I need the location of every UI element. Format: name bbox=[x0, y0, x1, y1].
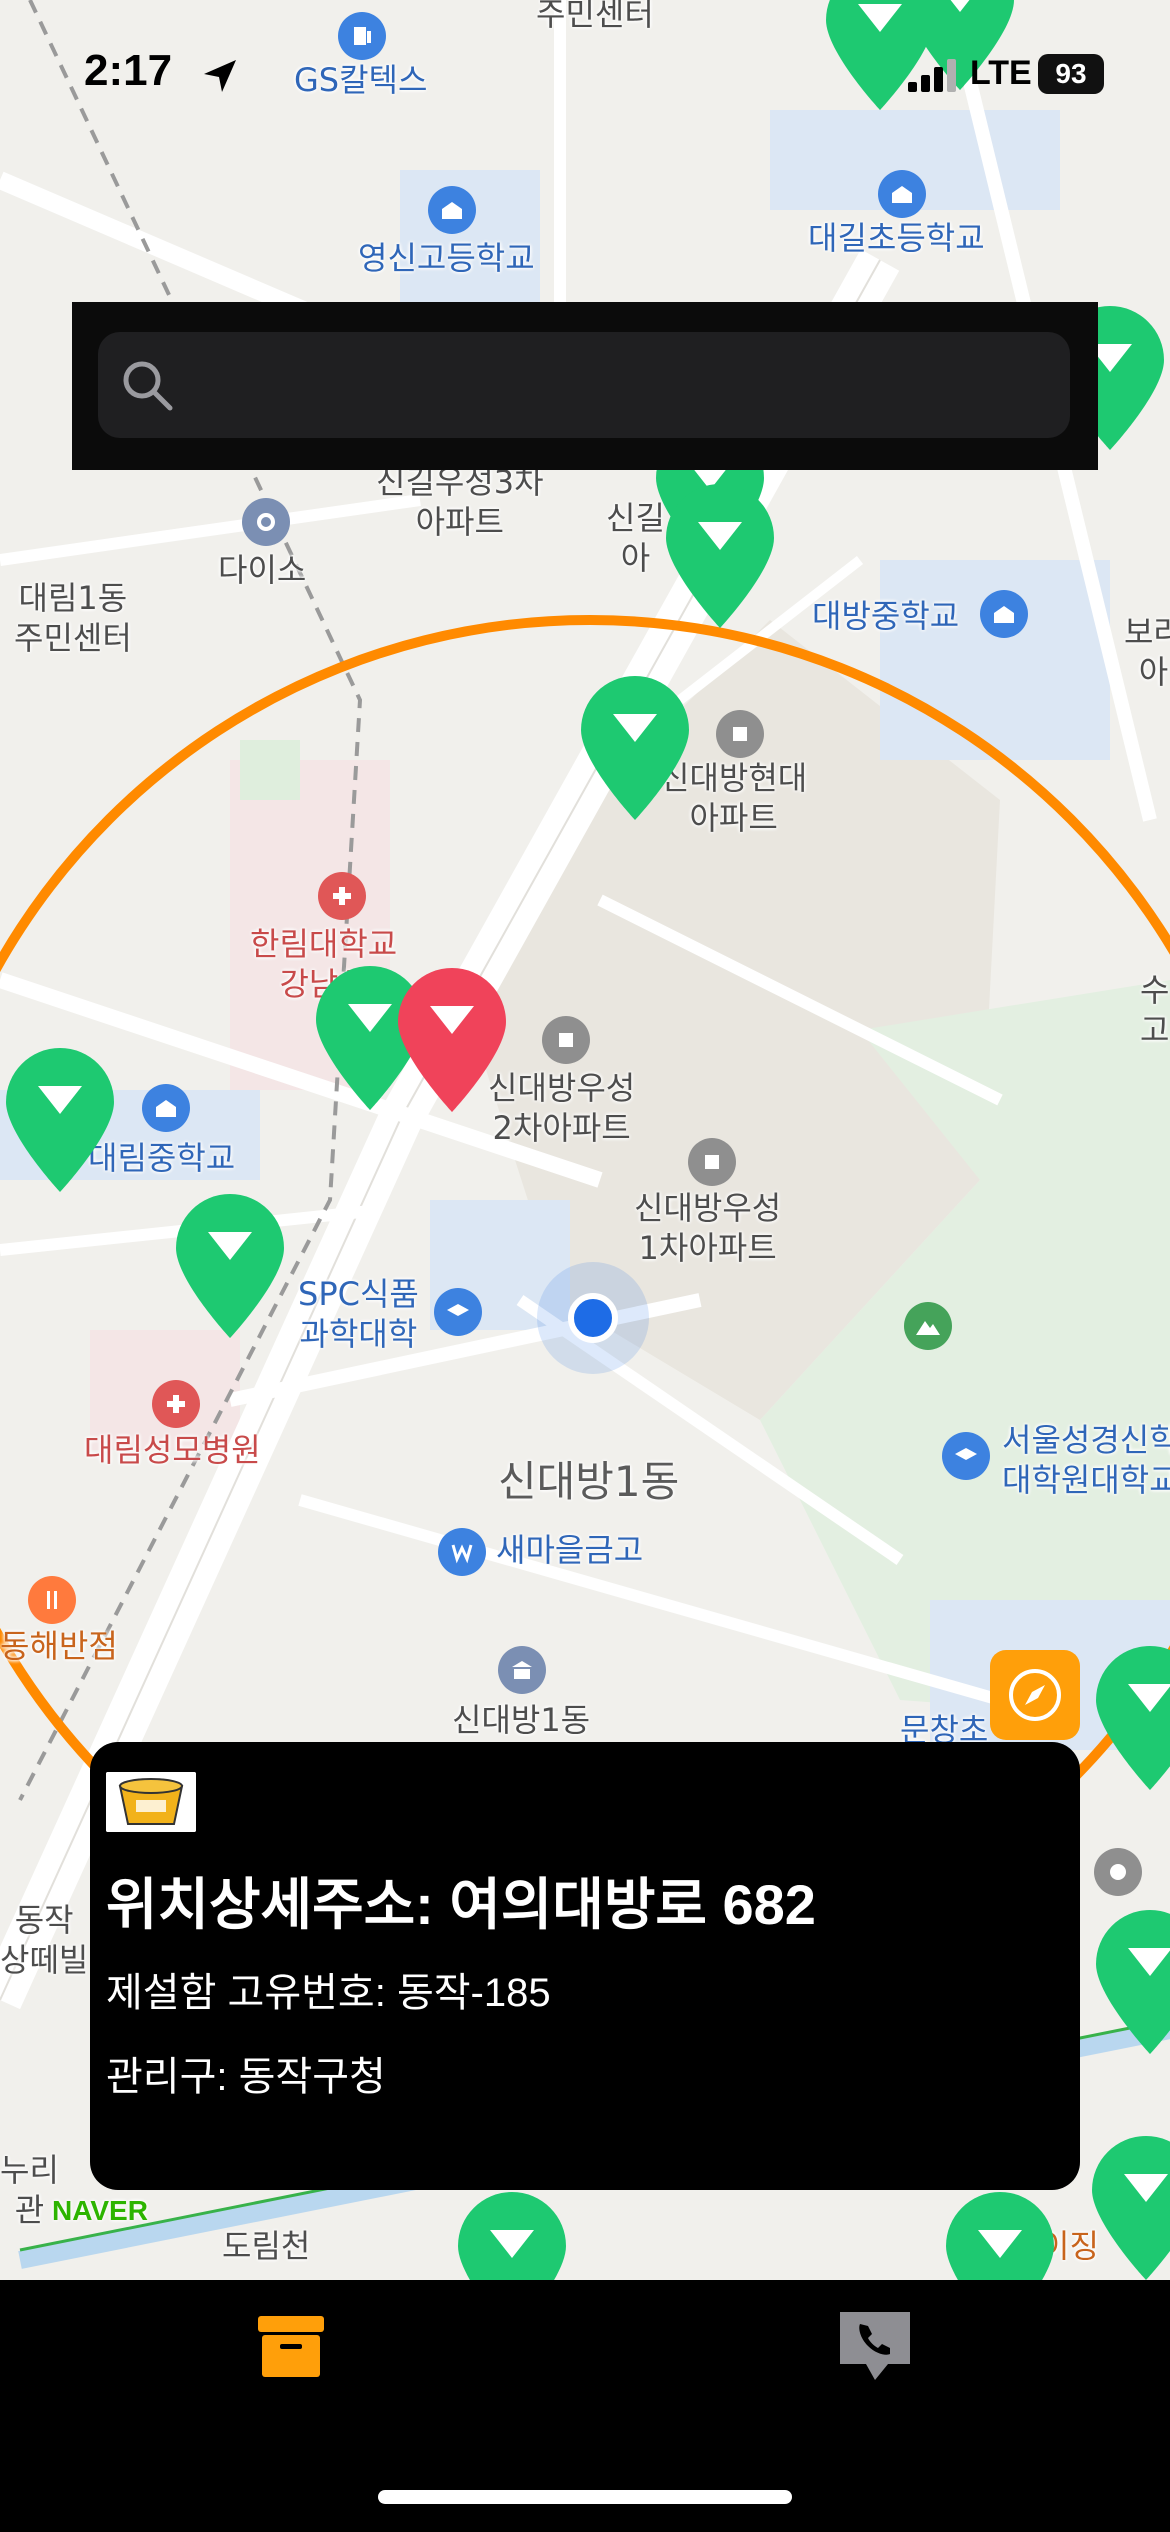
map-label: 대방중학교 bbox=[812, 597, 960, 635]
map-label: 보라 아 bbox=[1124, 613, 1170, 691]
school-icon bbox=[980, 590, 1028, 638]
naver-logo: NAVER bbox=[52, 2195, 148, 2226]
managing-district: 관리구: 동작구청 bbox=[106, 2055, 386, 2099]
map-label: 동작 상떼빌 bbox=[0, 1901, 89, 1979]
government-office-icon bbox=[498, 1646, 546, 1694]
university-icon bbox=[942, 1432, 990, 1480]
box-unique-id: 제설함 고유번호: 동작-185 bbox=[106, 1971, 551, 2015]
hospital-icon bbox=[152, 1380, 200, 1428]
battery-level: 93 bbox=[1038, 54, 1104, 94]
school-icon bbox=[878, 170, 926, 218]
snow-box-marker[interactable] bbox=[0, 1042, 120, 1202]
map-label: 누리 관 bbox=[0, 2151, 59, 2229]
map-label: 서울성경신학 대학원대학교 bbox=[1002, 1421, 1170, 1499]
map-label: 영신고등학교 bbox=[358, 239, 535, 277]
snow-box-marker[interactable] bbox=[170, 1188, 290, 1348]
mountain-icon bbox=[904, 1302, 952, 1350]
hospital-icon bbox=[318, 872, 366, 920]
network-type: LTE bbox=[970, 54, 1032, 92]
map-label: 수 고 bbox=[1140, 971, 1170, 1049]
compass-icon bbox=[1009, 1669, 1061, 1721]
search-bar bbox=[72, 302, 1098, 470]
signal-icon bbox=[908, 59, 956, 92]
face-icon bbox=[1094, 1848, 1142, 1896]
map-label: 대길초등학교 bbox=[808, 219, 985, 257]
apartment-icon bbox=[716, 710, 764, 758]
map-label: SPC식품 과학대학 bbox=[298, 1275, 419, 1353]
apartment-icon bbox=[688, 1138, 736, 1186]
selected-snow-box-marker[interactable] bbox=[392, 962, 512, 1122]
compass-button[interactable] bbox=[990, 1650, 1080, 1740]
snow-box-marker[interactable] bbox=[1090, 1904, 1170, 2064]
map-label: 대림성모병원 bbox=[84, 1431, 261, 1469]
detail-address: 위치상세주소: 여의대방로 682 bbox=[106, 1873, 816, 1936]
map-label: 도림천 bbox=[222, 2227, 311, 2265]
map-label: 다이소 bbox=[218, 551, 307, 589]
map-label: 신길우성3차 아파트 bbox=[376, 463, 544, 541]
snow-box-marker[interactable] bbox=[660, 478, 780, 638]
restaurant-icon bbox=[28, 1576, 76, 1624]
status-bar: 2:17 LTE 93 bbox=[0, 0, 1170, 150]
snow-box-marker[interactable] bbox=[940, 2186, 1060, 2280]
apartment-icon bbox=[542, 1016, 590, 1064]
snow-box-logo bbox=[106, 1772, 196, 1832]
map-label: 신대방우성 1차아파트 bbox=[634, 1189, 782, 1267]
status-time: 2:17 bbox=[84, 46, 173, 95]
tab-snow-boxes[interactable] bbox=[246, 2302, 336, 2392]
university-icon bbox=[434, 1288, 482, 1336]
snow-box-marker[interactable] bbox=[1086, 2130, 1170, 2280]
bank-icon bbox=[438, 1528, 486, 1576]
map-label: 새마을금고 bbox=[496, 1531, 644, 1569]
home-indicator bbox=[378, 2490, 792, 2504]
snow-box-marker[interactable] bbox=[1090, 1640, 1170, 1800]
phone-bubble-icon bbox=[840, 2312, 910, 2380]
snow-box-info-card[interactable]: 위치상세주소: 여의대방로 682 제설함 고유번호: 동작-185 관리구: … bbox=[90, 1742, 1080, 2190]
snow-box-marker[interactable] bbox=[452, 2186, 572, 2280]
map-label: 동해반점 bbox=[0, 1627, 118, 1665]
archive-box-icon bbox=[258, 2316, 324, 2377]
location-arrow-icon bbox=[204, 60, 236, 92]
map-label: 신대방1동 bbox=[452, 1701, 591, 1739]
search-input[interactable] bbox=[98, 332, 1070, 438]
map-label: 신대방1동 bbox=[498, 1457, 680, 1506]
school-icon bbox=[142, 1084, 190, 1132]
snow-box-marker[interactable] bbox=[575, 670, 695, 830]
search-icon bbox=[123, 361, 173, 411]
map-label: 대림1동 주민센터 bbox=[14, 579, 132, 657]
school-icon bbox=[428, 186, 476, 234]
tab-contact[interactable] bbox=[830, 2302, 920, 2392]
shop-icon bbox=[242, 498, 290, 546]
